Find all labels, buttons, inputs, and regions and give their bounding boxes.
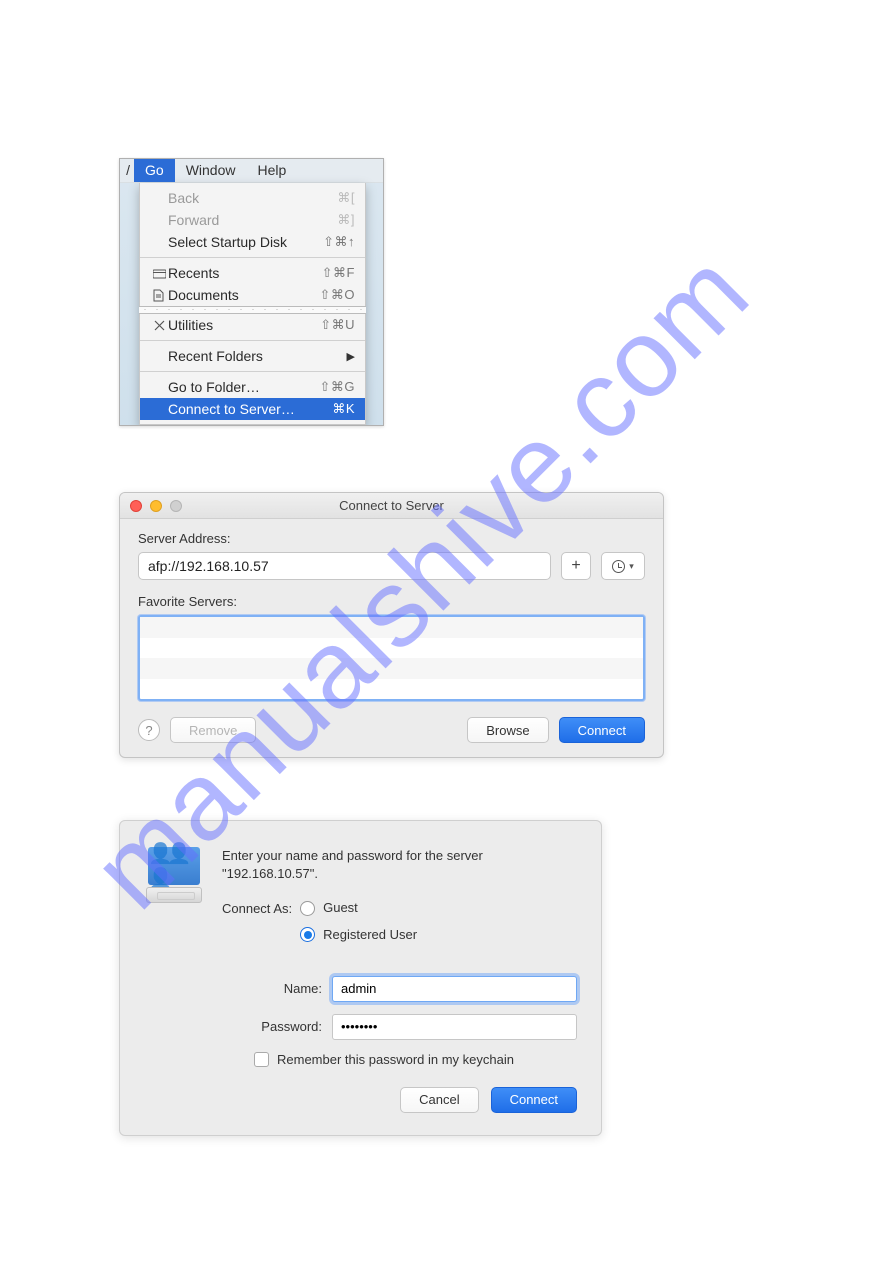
menubar-item-go[interactable]: Go bbox=[134, 159, 175, 182]
menu-shortcut: ⇧⌘U bbox=[320, 317, 355, 333]
menu-shortcut: ⌘[ bbox=[337, 190, 355, 206]
connect-as-label: Connect As: bbox=[222, 899, 292, 918]
menu-shortcut: ⌘K bbox=[332, 401, 355, 417]
menu-separator bbox=[140, 340, 365, 341]
menu-item-select-startup-disk[interactable]: Select Startup Disk ⇧⌘↑ bbox=[140, 231, 365, 253]
connect-button[interactable]: Connect bbox=[559, 717, 645, 743]
menu-item-forward: Forward ⌘] bbox=[140, 209, 365, 231]
add-favorite-button[interactable]: + bbox=[561, 552, 591, 580]
menu-item-documents[interactable]: Documents ⇧⌘O bbox=[140, 284, 365, 306]
window-title: Connect to Server bbox=[120, 498, 663, 513]
server-address-row: + ▾ bbox=[138, 552, 645, 580]
radio-icon bbox=[300, 927, 315, 942]
truncation-indicator bbox=[139, 306, 366, 314]
auth-header: 👤👤👤 Enter your name and password for the… bbox=[144, 847, 577, 962]
go-menu-dropdown: Back ⌘[ Forward ⌘] Select Startup Disk ⇧… bbox=[139, 183, 366, 425]
checkbox-icon bbox=[254, 1052, 269, 1067]
connect-body: Server Address: + ▾ Favorite Servers: ? … bbox=[120, 519, 663, 757]
server-address-input[interactable] bbox=[138, 552, 551, 580]
titlebar: Connect to Server bbox=[120, 493, 663, 519]
menu-label: Recent Folders bbox=[168, 348, 347, 364]
cancel-button[interactable]: Cancel bbox=[400, 1087, 478, 1113]
radio-label: Guest bbox=[323, 899, 358, 917]
menubar-item-partial: / bbox=[120, 159, 134, 182]
favorite-servers-list[interactable] bbox=[138, 615, 645, 701]
list-item bbox=[140, 617, 643, 638]
clock-icon bbox=[612, 560, 625, 573]
recent-servers-button[interactable]: ▾ bbox=[601, 552, 645, 580]
radio-registered-user[interactable]: Registered User bbox=[300, 926, 417, 944]
utilities-icon bbox=[150, 319, 168, 332]
password-input[interactable] bbox=[332, 1014, 577, 1040]
browse-button[interactable]: Browse bbox=[467, 717, 548, 743]
menu-label: Connect to Server… bbox=[168, 401, 332, 417]
list-item bbox=[140, 638, 643, 659]
connect-to-server-window: Connect to Server Server Address: + ▾ Fa… bbox=[119, 492, 664, 758]
menu-item-back: Back ⌘[ bbox=[140, 187, 365, 209]
menubar-item-help[interactable]: Help bbox=[246, 159, 297, 182]
password-row: Password: bbox=[144, 1014, 577, 1040]
remove-button: Remove bbox=[170, 717, 256, 743]
menu-label: Go to Folder… bbox=[168, 379, 319, 395]
go-menu-screenshot: / Go Window Help Back ⌘[ Forward ⌘] Sele… bbox=[119, 158, 384, 426]
menubar-item-window[interactable]: Window bbox=[175, 159, 247, 182]
auth-message-line2: "192.168.10.57". bbox=[222, 865, 577, 883]
menu-separator bbox=[140, 371, 365, 372]
password-label: Password: bbox=[144, 1019, 332, 1034]
radio-guest[interactable]: Guest bbox=[300, 899, 417, 917]
radio-icon bbox=[300, 901, 315, 916]
server-address-label: Server Address: bbox=[138, 531, 645, 546]
plus-icon: + bbox=[571, 557, 580, 575]
question-icon: ? bbox=[145, 723, 152, 738]
submenu-arrow-icon: ▶ bbox=[347, 350, 355, 363]
menu-item-go-to-folder[interactable]: Go to Folder… ⇧⌘G bbox=[140, 376, 365, 398]
server-icon: 👤👤👤 bbox=[144, 847, 204, 907]
auth-footer: Cancel Connect bbox=[144, 1087, 577, 1113]
name-row: Name: bbox=[144, 976, 577, 1002]
remember-label: Remember this password in my keychain bbox=[277, 1052, 514, 1067]
favorite-servers-label: Favorite Servers: bbox=[138, 594, 645, 609]
auth-dialog: 👤👤👤 Enter your name and password for the… bbox=[119, 820, 602, 1136]
menu-shortcut: ⇧⌘F bbox=[322, 265, 355, 281]
menu-item-connect-to-server[interactable]: Connect to Server… ⌘K bbox=[140, 398, 365, 420]
menu-label: Forward bbox=[168, 212, 337, 228]
menu-shortcut: ⌘] bbox=[337, 212, 355, 228]
list-item bbox=[140, 658, 643, 679]
name-input[interactable] bbox=[332, 976, 577, 1002]
menu-item-recent-folders[interactable]: Recent Folders ▶ bbox=[140, 345, 365, 367]
connect-button[interactable]: Connect bbox=[491, 1087, 577, 1113]
name-label: Name: bbox=[144, 981, 332, 996]
menu-item-recents[interactable]: Recents ⇧⌘F bbox=[140, 262, 365, 284]
people-icon: 👤👤👤 bbox=[148, 841, 200, 891]
radio-label: Registered User bbox=[323, 926, 417, 944]
recents-icon bbox=[150, 268, 168, 279]
menu-shortcut: ⇧⌘↑ bbox=[323, 234, 355, 250]
menu-shortcut: ⇧⌘O bbox=[319, 287, 355, 303]
menu-label: Utilities bbox=[168, 317, 320, 333]
menu-separator bbox=[140, 257, 365, 258]
menu-label: Back bbox=[168, 190, 337, 206]
menu-item-utilities[interactable]: Utilities ⇧⌘U bbox=[140, 314, 365, 336]
menu-label: Recents bbox=[168, 265, 322, 281]
menu-label: Documents bbox=[168, 287, 319, 303]
connect-footer: ? Remove Browse Connect bbox=[138, 717, 645, 743]
menu-shortcut: ⇧⌘G bbox=[319, 379, 355, 395]
remember-row[interactable]: Remember this password in my keychain bbox=[254, 1052, 577, 1067]
chevron-down-icon: ▾ bbox=[629, 561, 634, 572]
auth-message-line1: Enter your name and password for the ser… bbox=[222, 847, 577, 865]
auth-message: Enter your name and password for the ser… bbox=[222, 847, 577, 962]
menubar: / Go Window Help bbox=[120, 159, 383, 183]
documents-icon bbox=[150, 289, 168, 302]
list-item bbox=[140, 679, 643, 700]
menu-label: Select Startup Disk bbox=[168, 234, 323, 250]
connect-as-radios: Guest Registered User bbox=[300, 899, 417, 943]
help-button[interactable]: ? bbox=[138, 719, 160, 741]
